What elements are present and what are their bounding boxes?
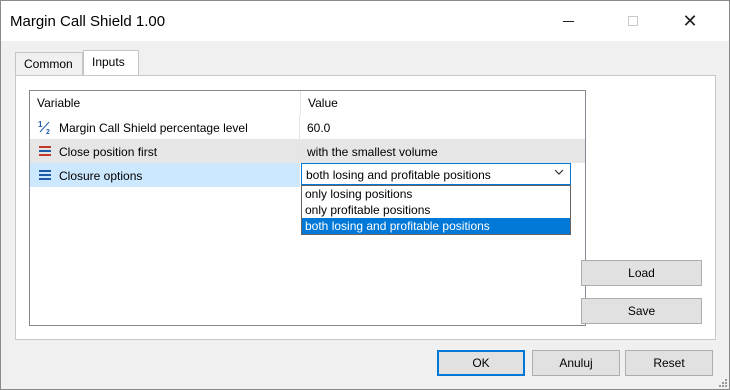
reset-button[interactable]: Reset [625,350,713,376]
enum-list-icon [39,146,51,156]
dropdown-option-selected[interactable]: both losing and profitable positions [302,218,570,234]
save-button[interactable]: Save [581,298,702,324]
grid-header: Variable Value [30,91,585,115]
cancel-button[interactable]: Anuluj [532,350,620,376]
tab-inputs[interactable]: Inputs [83,50,139,75]
closure-options-dropdown: only losing positions only profitable po… [301,185,571,235]
row-variable-label: Close position first [59,145,158,159]
minimize-icon [562,20,574,22]
ok-button[interactable]: OK [437,350,525,376]
row-value: 60.0 [307,121,331,135]
title-bar[interactable]: Margin Call Shield 1.00 ✕ [1,1,729,41]
maximize-icon [628,16,638,26]
dropdown-option[interactable]: only profitable positions [302,202,570,218]
window-title: Margin Call Shield 1.00 [10,13,166,30]
fraction-icon: 1 2 [38,120,50,134]
row-value: with the smallest volume [307,145,438,159]
combobox-value: both losing and profitable positions [306,168,491,182]
closure-options-combobox[interactable]: both losing and profitable positions [301,163,571,185]
load-button-label: Load [628,266,655,280]
parameters-grid: Variable Value 1 2 Margin Call Shield pe… [29,90,586,326]
dropdown-option[interactable]: only losing positions [302,186,570,202]
header-variable[interactable]: Variable [30,91,299,115]
tab-common[interactable]: Common [15,52,83,75]
enum-list-icon [39,170,51,180]
table-row[interactable]: 1 2 Margin Call Shield percentage level … [30,115,585,139]
close-icon: ✕ [682,11,698,31]
chevron-down-icon[interactable] [554,167,564,177]
inputs-panel: Variable Value 1 2 Margin Call Shield pe… [15,75,716,340]
close-button[interactable]: ✕ [667,1,713,41]
tab-inputs-label: Inputs [92,55,125,69]
maximize-button [610,1,656,41]
tab-common-label: Common [24,57,73,71]
resize-grip-icon[interactable] [717,377,727,387]
minimize-button[interactable] [545,1,591,41]
row-variable-label: Closure options [59,169,143,183]
cancel-button-label: Anuluj [559,356,593,370]
load-button[interactable]: Load [581,260,702,286]
row-variable-label: Margin Call Shield percentage level [59,121,248,135]
dialog-window: Margin Call Shield 1.00 ✕ Common Inputs … [0,0,730,390]
header-value[interactable]: Value [300,91,585,115]
svg-text:1: 1 [38,120,43,129]
ok-button-label: OK [472,356,490,370]
svg-text:2: 2 [46,129,50,134]
table-row[interactable]: Close position first with the smallest v… [30,139,585,163]
reset-button-label: Reset [653,356,685,370]
save-button-label: Save [627,304,656,318]
